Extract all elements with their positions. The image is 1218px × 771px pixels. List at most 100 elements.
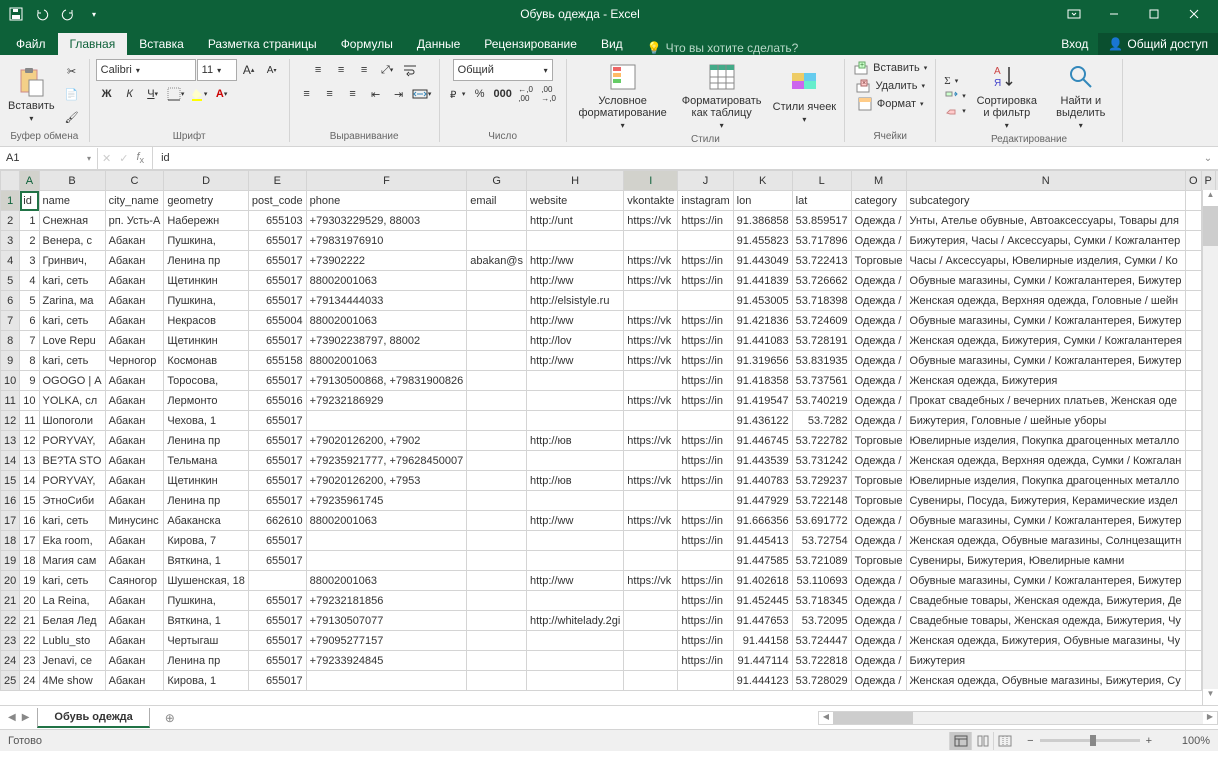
increase-decimal-icon[interactable]: ←,0,00 (515, 83, 537, 105)
increase-indent-icon[interactable]: ⇥ (388, 83, 410, 105)
cell[interactable] (624, 551, 678, 571)
row-header[interactable]: 9 (1, 351, 20, 371)
ribbon-options-icon[interactable] (1054, 0, 1094, 28)
cell[interactable]: +79020126200, +7902 (306, 431, 467, 451)
cell[interactable] (1185, 251, 1201, 271)
cell[interactable] (467, 631, 527, 651)
cell-styles-button[interactable]: Стили ячеек▾ (771, 65, 838, 126)
cell[interactable]: Абакан (105, 431, 164, 451)
tab-home[interactable]: Главная (58, 33, 128, 55)
zoom-level[interactable]: 100% (1166, 735, 1210, 747)
cell[interactable] (1185, 491, 1201, 511)
column-header[interactable]: H (526, 171, 623, 191)
font-name-combo[interactable]: Calibri▾ (96, 59, 196, 81)
cell[interactable] (1185, 591, 1201, 611)
cell[interactable]: Абакан (105, 631, 164, 651)
cell[interactable]: 655017 (248, 291, 306, 311)
cell[interactable]: 91.436122 (733, 411, 792, 431)
cell[interactable]: 20 (20, 591, 39, 611)
sheet-tab-active[interactable]: Обувь одежда (37, 708, 149, 728)
cell[interactable]: https://in (678, 631, 733, 651)
cell[interactable] (678, 551, 733, 571)
cell[interactable]: https://in (678, 611, 733, 631)
cell[interactable]: 91.44158 (733, 631, 792, 651)
cell[interactable] (526, 651, 623, 671)
cell[interactable]: Абакан (105, 531, 164, 551)
cell[interactable]: 91.441083 (733, 331, 792, 351)
cell[interactable]: Бижутерия, Часы / Аксессуары, Сумки / Ко… (906, 231, 1185, 251)
cell[interactable]: Вяткина, 1 (164, 611, 249, 631)
cell[interactable]: https://in (678, 271, 733, 291)
tab-insert[interactable]: Вставка (127, 33, 196, 55)
cell[interactable]: Абакан (105, 251, 164, 271)
cell[interactable]: 24 (20, 671, 39, 691)
cell[interactable]: email (467, 191, 527, 211)
cell[interactable] (624, 411, 678, 431)
cell[interactable]: 18 (20, 551, 39, 571)
sheet-nav-prev[interactable]: ◀ (8, 712, 16, 723)
cell[interactable]: Женская одежда, Верхняя одежда, Головные… (906, 291, 1185, 311)
cell[interactable]: Абакан (105, 391, 164, 411)
cell[interactable] (467, 511, 527, 531)
row-header[interactable]: 16 (1, 491, 20, 511)
h-scroll-thumb[interactable] (833, 712, 913, 724)
row-header[interactable]: 19 (1, 551, 20, 571)
cell[interactable] (678, 231, 733, 251)
cell[interactable]: https://vk (624, 471, 678, 491)
cell[interactable]: 91.443049 (733, 251, 792, 271)
cell[interactable]: 91.447653 (733, 611, 792, 631)
cell[interactable]: kari, сеть (39, 311, 105, 331)
cell[interactable]: Обувные магазины, Сумки / Кожгалантерея,… (906, 351, 1185, 371)
cell[interactable]: 53.691772 (792, 511, 851, 531)
cell[interactable]: http://ww (526, 351, 623, 371)
cell[interactable]: +79130507077 (306, 611, 467, 631)
cell[interactable]: 53.722782 (792, 431, 851, 451)
cell[interactable]: kari, сеть (39, 271, 105, 291)
cell[interactable]: Абакан (105, 451, 164, 471)
cell[interactable]: 53.7282 (792, 411, 851, 431)
cell[interactable] (467, 271, 527, 291)
cell[interactable]: Венера, с (39, 231, 105, 251)
cell[interactable]: 655017 (248, 591, 306, 611)
cell[interactable] (526, 391, 623, 411)
cell[interactable]: 16 (20, 511, 39, 531)
bold-button[interactable]: Ж (96, 83, 118, 105)
cell[interactable] (1185, 611, 1201, 631)
cell[interactable]: 88002001063 (306, 511, 467, 531)
cell[interactable] (526, 451, 623, 471)
column-header[interactable]: J (678, 171, 733, 191)
row-header[interactable]: 4 (1, 251, 20, 271)
cell[interactable]: Одежда / (851, 611, 906, 631)
cell[interactable]: Одежда / (851, 531, 906, 551)
cell[interactable] (467, 231, 527, 251)
cell[interactable]: Прокат свадебных / вечерних платьев, Жен… (906, 391, 1185, 411)
cell[interactable]: http://unt (526, 211, 623, 231)
cancel-formula-icon[interactable]: ✕ (102, 152, 111, 165)
cell[interactable] (1185, 211, 1201, 231)
cell[interactable] (624, 631, 678, 651)
cell[interactable]: 655017 (248, 531, 306, 551)
cell[interactable]: Одежда / (851, 371, 906, 391)
cell[interactable] (624, 291, 678, 311)
cell[interactable]: Чехова, 1 (164, 411, 249, 431)
cell[interactable]: Чертыгаш (164, 631, 249, 651)
cell[interactable]: Абакан (105, 651, 164, 671)
cell[interactable]: 655016 (248, 391, 306, 411)
column-header[interactable]: O (1185, 171, 1201, 191)
row-header[interactable]: 25 (1, 671, 20, 691)
cell[interactable]: 19 (20, 571, 39, 591)
cell[interactable]: Ленина пр (164, 251, 249, 271)
cell[interactable]: Белая Лед (39, 611, 105, 631)
cell[interactable] (678, 491, 733, 511)
cell[interactable]: Женская одежда, Обувные магазины, Бижуте… (906, 671, 1185, 691)
zoom-in-button[interactable]: + (1146, 735, 1152, 747)
cell[interactable] (1185, 551, 1201, 571)
cell[interactable] (624, 651, 678, 671)
cell[interactable]: 88002001063 (306, 351, 467, 371)
cell[interactable]: Zarina, ма (39, 291, 105, 311)
cell[interactable]: Ювелирные изделия, Покупка драгоценных м… (906, 471, 1185, 491)
cell[interactable]: 14 (20, 471, 39, 491)
cell[interactable] (306, 411, 467, 431)
cell[interactable]: 4Me show (39, 671, 105, 691)
cell[interactable]: 53.728191 (792, 331, 851, 351)
